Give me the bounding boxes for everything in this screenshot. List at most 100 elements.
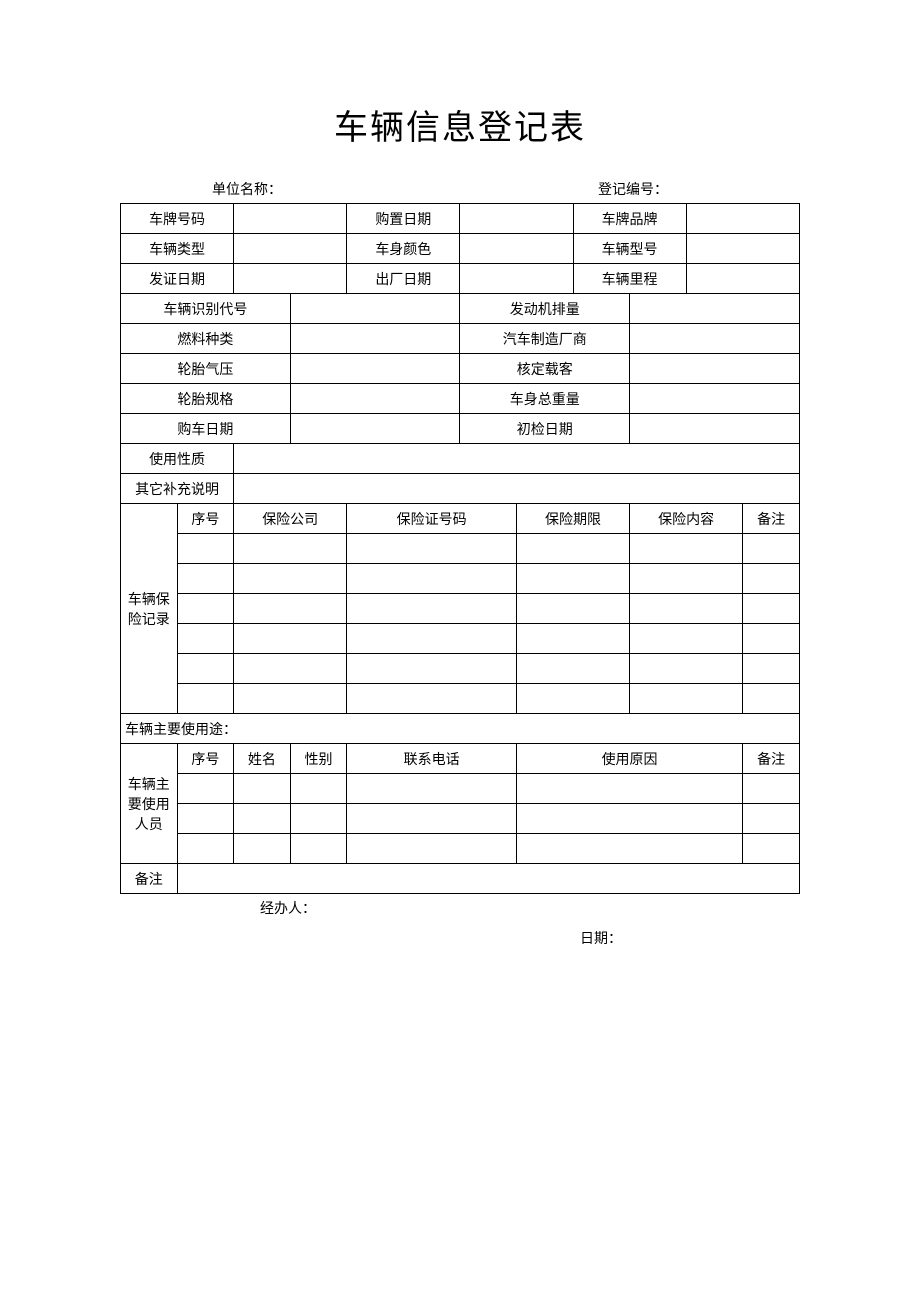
ins-cell[interactable]: [630, 534, 743, 564]
label-fuel: 燃料种类: [121, 324, 291, 354]
users-cell[interactable]: [347, 774, 517, 804]
users-row: [121, 774, 800, 804]
insurance-row: [121, 534, 800, 564]
ins-cell[interactable]: [743, 624, 800, 654]
ins-cell[interactable]: [347, 594, 517, 624]
ins-cell[interactable]: [630, 624, 743, 654]
label-vin: 车辆识别代号: [121, 294, 291, 324]
value-brand[interactable]: [686, 204, 799, 234]
ins-cell[interactable]: [177, 564, 234, 594]
ins-cell[interactable]: [743, 684, 800, 714]
users-cell[interactable]: [516, 774, 742, 804]
row2-3: 轮胎规格 车身总重量: [121, 384, 800, 414]
label-displacement: 发动机排量: [460, 294, 630, 324]
value-displacement[interactable]: [630, 294, 800, 324]
ins-cell[interactable]: [630, 564, 743, 594]
users-cell[interactable]: [290, 804, 347, 834]
value-usage-nature[interactable]: [234, 444, 800, 474]
ins-cell[interactable]: [177, 534, 234, 564]
users-cell[interactable]: [743, 834, 800, 864]
label-purchase-date: 购置日期: [347, 204, 460, 234]
ins-cell[interactable]: [743, 534, 800, 564]
users-hdr-reason: 使用原因: [516, 744, 742, 774]
ins-cell[interactable]: [743, 594, 800, 624]
users-cell[interactable]: [234, 804, 291, 834]
value-seating[interactable]: [630, 354, 800, 384]
users-cell[interactable]: [743, 804, 800, 834]
label-body-color: 车身颜色: [347, 234, 460, 264]
value-mileage[interactable]: [686, 264, 799, 294]
insurance-section-label: 车辆保险记录: [121, 504, 178, 714]
users-cell[interactable]: [516, 804, 742, 834]
ins-cell[interactable]: [234, 564, 347, 594]
ins-cell[interactable]: [347, 654, 517, 684]
value-purchase-date[interactable]: [460, 204, 573, 234]
ins-hdr-remark: 备注: [743, 504, 800, 534]
value-remark[interactable]: [177, 864, 799, 894]
users-cell[interactable]: [177, 804, 234, 834]
value-gross-weight[interactable]: [630, 384, 800, 414]
ins-cell[interactable]: [234, 594, 347, 624]
value-vin[interactable]: [290, 294, 460, 324]
ins-cell[interactable]: [516, 684, 629, 714]
users-hdr-phone: 联系电话: [347, 744, 517, 774]
ins-cell[interactable]: [516, 534, 629, 564]
ins-cell[interactable]: [630, 684, 743, 714]
row2-0: 车辆识别代号 发动机排量: [121, 294, 800, 324]
value-initial-inspect[interactable]: [630, 414, 800, 444]
users-cell[interactable]: [177, 834, 234, 864]
ins-cell[interactable]: [177, 654, 234, 684]
ins-cell[interactable]: [630, 594, 743, 624]
users-cell[interactable]: [347, 804, 517, 834]
users-cell[interactable]: [290, 774, 347, 804]
value-fuel[interactable]: [290, 324, 460, 354]
value-buy-date[interactable]: [290, 414, 460, 444]
ins-cell[interactable]: [234, 534, 347, 564]
ins-cell[interactable]: [516, 594, 629, 624]
main-usage-cell[interactable]: 车辆主要使用途：: [121, 714, 800, 744]
ins-cell[interactable]: [347, 624, 517, 654]
insurance-row: [121, 654, 800, 684]
value-manufacturer[interactable]: [630, 324, 800, 354]
label-tire-pressure: 轮胎气压: [121, 354, 291, 384]
ins-cell[interactable]: [234, 654, 347, 684]
value-tire-pressure[interactable]: [290, 354, 460, 384]
value-tire-spec[interactable]: [290, 384, 460, 414]
ins-cell[interactable]: [516, 654, 629, 684]
users-cell[interactable]: [347, 834, 517, 864]
insurance-row: [121, 684, 800, 714]
users-cell[interactable]: [516, 834, 742, 864]
value-issue-date[interactable]: [234, 264, 347, 294]
users-cell[interactable]: [743, 774, 800, 804]
row-remark: 备注: [121, 864, 800, 894]
label-usage-nature: 使用性质: [121, 444, 234, 474]
value-model[interactable]: [686, 234, 799, 264]
users-cell[interactable]: [290, 834, 347, 864]
value-body-color[interactable]: [460, 234, 573, 264]
users-cell[interactable]: [234, 834, 291, 864]
ins-cell[interactable]: [743, 654, 800, 684]
value-other-notes[interactable]: [234, 474, 800, 504]
value-plate-no[interactable]: [234, 204, 347, 234]
users-hdr-gender: 性别: [290, 744, 347, 774]
ins-cell[interactable]: [630, 654, 743, 684]
date-label: 日期：: [580, 932, 622, 947]
ins-cell[interactable]: [347, 684, 517, 714]
ins-cell[interactable]: [347, 564, 517, 594]
users-cell[interactable]: [234, 774, 291, 804]
ins-cell[interactable]: [743, 564, 800, 594]
ins-cell[interactable]: [516, 564, 629, 594]
ins-cell[interactable]: [516, 624, 629, 654]
value-factory-date[interactable]: [460, 264, 573, 294]
ins-cell[interactable]: [347, 534, 517, 564]
users-hdr-remark: 备注: [743, 744, 800, 774]
ins-cell[interactable]: [234, 684, 347, 714]
ins-cell[interactable]: [234, 624, 347, 654]
users-cell[interactable]: [177, 774, 234, 804]
ins-cell[interactable]: [177, 594, 234, 624]
ins-cell[interactable]: [177, 624, 234, 654]
row2-4: 购车日期 初检日期: [121, 414, 800, 444]
value-vehicle-type[interactable]: [234, 234, 347, 264]
ins-hdr-period: 保险期限: [516, 504, 629, 534]
ins-cell[interactable]: [177, 684, 234, 714]
